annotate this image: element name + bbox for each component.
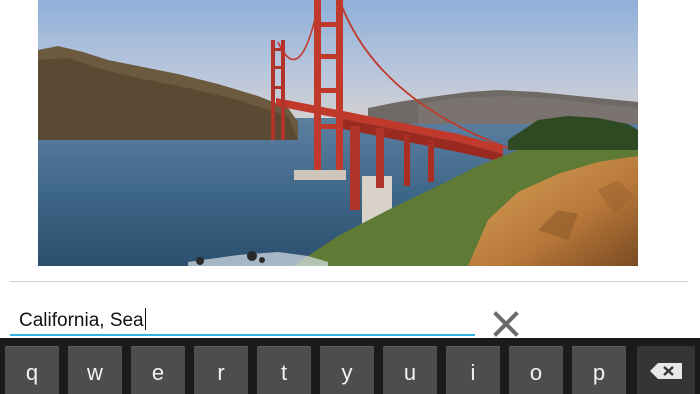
close-icon[interactable] [491,309,521,339]
key-q[interactable]: q [5,346,59,394]
caption-input[interactable]: California, Sea [10,300,475,336]
backspace-icon [650,363,682,379]
key-e[interactable]: e [131,346,185,394]
caption-input-value[interactable]: California, Sea [19,308,147,332]
key-u[interactable]: u [383,346,437,394]
key-p[interactable]: p [572,346,626,394]
card-divider [10,281,688,282]
photo-preview [38,0,638,266]
backspace-key[interactable] [637,346,695,394]
key-t[interactable]: t [257,346,311,394]
key-r[interactable]: r [194,346,248,394]
key-i[interactable]: i [446,346,500,394]
soft-keyboard: q w e r t y u i o p [0,338,700,394]
text-caret [144,308,147,330]
key-w[interactable]: w [68,346,122,394]
key-o[interactable]: o [509,346,563,394]
caption-input-underline [10,334,475,336]
key-y[interactable]: y [320,346,374,394]
clear-text-button[interactable] [491,309,521,339]
golden-gate-photo [38,0,638,266]
